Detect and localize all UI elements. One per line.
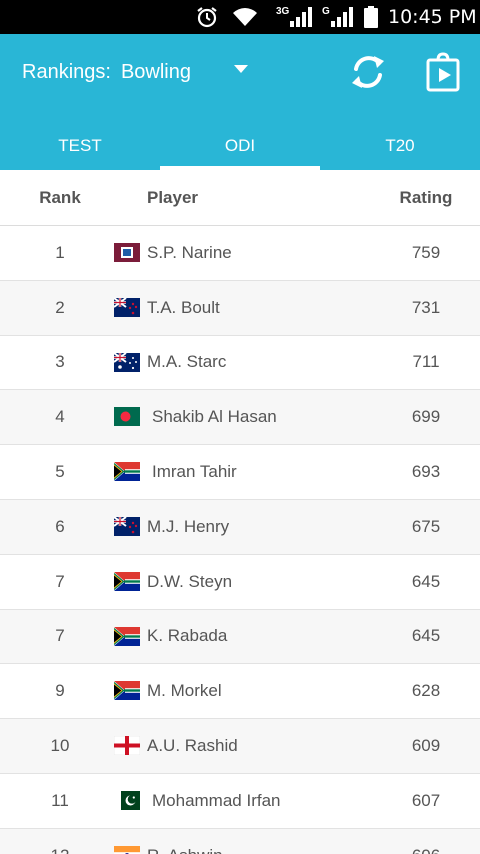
player-name: M.J. Henry: [147, 516, 230, 536]
australia-flag-icon: [114, 352, 140, 372]
refresh-button[interactable]: [348, 52, 388, 92]
player-name: M.A. Starc: [147, 352, 227, 372]
india-flag-icon: [114, 845, 140, 854]
rating-cell: 731: [411, 297, 441, 317]
south-africa-flag-icon: [114, 571, 140, 591]
table-row[interactable]: 2 T.A. Boult 731: [0, 280, 480, 336]
table-row[interactable]: 11 Mohammad Irfan 607: [0, 774, 480, 829]
title-value: Bowling: [120, 60, 191, 83]
rating-cell: 711: [412, 352, 440, 372]
battery-icon: [364, 0, 378, 34]
rank-cell: 10: [50, 736, 70, 756]
rank-cell: 9: [55, 681, 65, 701]
rank-cell: 5: [55, 462, 65, 482]
pakistan-flag-icon: [114, 790, 140, 810]
player-name: R. Ashwin: [147, 829, 223, 854]
network-type-label-2: G: [322, 5, 330, 17]
table-row[interactable]: 7 D.W. Steyn 645: [0, 555, 480, 610]
share-icon: [426, 52, 460, 92]
column-header-rating: Rating: [399, 187, 453, 207]
table-row[interactable]: 4 Shakib Al Hasan 699: [0, 390, 480, 446]
signal-icon: [290, 0, 312, 34]
rank-cell: 3: [55, 352, 65, 372]
table-row[interactable]: 10 A.U. Rashid 609: [0, 719, 480, 774]
rank-cell: 6: [55, 516, 65, 536]
player-name: Mohammad Irfan: [152, 790, 281, 810]
player-name: Shakib Al Hasan: [152, 407, 277, 427]
new-zealand-flag-icon: [114, 297, 140, 317]
rank-cell: 12: [0, 829, 120, 854]
dropdown-arrow-icon[interactable]: [234, 65, 248, 73]
bangladesh-flag-icon: [114, 407, 140, 427]
rankings-list: 1 S.P. Narine 759 2 T.A. Boult 731 3 M.A…: [0, 226, 480, 854]
table-row[interactable]: 5 Imran Tahir 693: [0, 445, 480, 500]
signal-icon: [331, 0, 353, 34]
status-time: 10:45 PM: [388, 6, 477, 28]
network-type-label: 3G: [276, 5, 290, 17]
rank-cell: 7: [55, 626, 65, 646]
title-label: Rankings:: [22, 60, 111, 83]
rating-cell: 606: [380, 829, 472, 854]
player-name: S.P. Narine: [147, 242, 232, 262]
rank-cell: 7: [55, 571, 65, 591]
rank-cell: 2: [55, 297, 65, 317]
rank-cell: 1: [55, 242, 65, 262]
table-header: Rank Player Rating: [0, 170, 480, 226]
column-header-rank: Rank: [39, 187, 81, 207]
tab-t20[interactable]: T20: [320, 122, 480, 170]
player-name: D.W. Steyn: [147, 571, 233, 591]
player-name: M. Morkel: [147, 681, 222, 701]
table-row[interactable]: 7 K. Rabada 645: [0, 609, 480, 665]
table-row[interactable]: 1 S.P. Narine 759: [0, 226, 480, 281]
rating-cell: 699: [411, 407, 441, 427]
table-row[interactable]: 6 M.J. Henry 675: [0, 499, 480, 555]
player-name: A.U. Rashid: [147, 736, 238, 756]
new-zealand-flag-icon: [114, 516, 140, 536]
refresh-icon: [352, 56, 384, 88]
wifi-icon: [232, 0, 258, 34]
rating-cell: 607: [411, 790, 441, 810]
table-row[interactable]: 12 R. Ashwin 606: [0, 828, 480, 854]
rating-cell: 609: [411, 736, 441, 756]
table-row[interactable]: 3 M.A. Starc 711: [0, 336, 480, 391]
status-bar: 3G G 10:45 PM: [0, 0, 480, 34]
tab-test[interactable]: TEST: [0, 122, 160, 170]
tab-odi[interactable]: ODI: [160, 122, 320, 170]
rating-cell: 645: [411, 571, 441, 591]
rating-cell: 645: [411, 626, 441, 646]
rating-cell: 675: [411, 516, 441, 536]
rating-cell: 693: [411, 462, 441, 482]
south-africa-flag-icon: [114, 462, 140, 482]
south-africa-flag-icon: [114, 681, 140, 701]
south-africa-flag-icon: [114, 626, 140, 646]
rating-cell: 628: [411, 681, 441, 701]
england-flag-icon: [114, 736, 140, 756]
player-name: K. Rabada: [147, 626, 228, 646]
format-tabs: TEST ODI T20: [0, 122, 480, 170]
app-bar: Rankings: Bowling TEST ODI T20: [0, 34, 480, 170]
rating-cell: 759: [411, 242, 441, 262]
player-name: Imran Tahir: [152, 462, 237, 482]
alarm-icon: [196, 0, 218, 34]
player-name: T.A. Boult: [147, 297, 220, 317]
rank-cell: 4: [55, 407, 65, 427]
column-header-player: Player: [147, 187, 199, 207]
rank-cell: 11: [51, 790, 69, 810]
ranking-type-selector[interactable]: Rankings: Bowling: [22, 54, 191, 90]
table-row[interactable]: 9 M. Morkel 628: [0, 664, 480, 720]
west-indies-flag-icon: [114, 243, 140, 262]
share-button[interactable]: [424, 52, 462, 92]
